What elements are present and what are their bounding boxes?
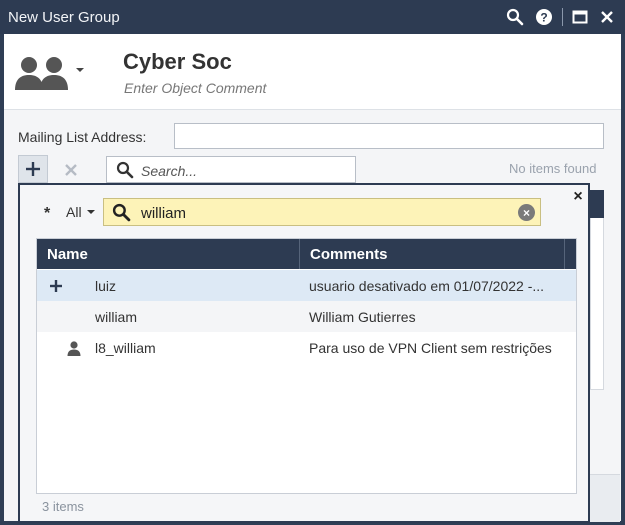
members-list-header-edge (590, 190, 604, 218)
mailing-list-input[interactable] (174, 123, 604, 149)
add-icon[interactable] (47, 277, 65, 295)
row-comment: William Gutierres (309, 309, 416, 325)
user-group-icon[interactable] (12, 48, 72, 96)
row-name: william (95, 309, 137, 325)
row-comment: usuario desativado em 01/07/2022 -... (309, 278, 545, 294)
results-table: Name Comments luiz usuario desativado em… (36, 238, 577, 494)
results-count: 3 items (42, 499, 84, 514)
dialog-footer-edge (590, 474, 620, 522)
chevron-down-icon[interactable] (87, 210, 95, 214)
window-title: New User Group (8, 9, 120, 26)
close-icon[interactable]: × (570, 188, 586, 205)
object-comment-field[interactable]: Enter Object Comment (124, 80, 266, 96)
picker-search-value: william (141, 205, 186, 222)
table-header: Name Comments (37, 239, 576, 269)
row-name: luiz (95, 278, 117, 294)
table-row[interactable]: l8_william Para uso de VPN Client sem re… (37, 332, 576, 363)
asterisk-icon: * (44, 205, 51, 222)
add-member-button[interactable] (18, 155, 48, 183)
search-icon (112, 203, 131, 227)
members-search-input[interactable]: Search... (106, 156, 356, 183)
title-bar: New User Group ? (0, 0, 625, 34)
column-divider[interactable] (564, 239, 565, 269)
column-header-comments[interactable]: Comments (310, 246, 388, 263)
chevron-down-icon[interactable] (76, 68, 84, 72)
no-items-label: No items found (509, 161, 597, 176)
svg-text:?: ? (540, 11, 547, 25)
table-row[interactable]: luiz usuario desativado em 01/07/2022 -.… (37, 270, 576, 301)
new-user-group-window: New User Group ? Cyber Soc Enter Object … (0, 0, 625, 525)
object-picker-popup: × * All william × Name Comments luiz usu… (18, 183, 590, 523)
row-name: l8_william (95, 340, 156, 356)
close-icon[interactable] (596, 6, 618, 28)
column-header-name[interactable]: Name (47, 246, 88, 263)
picker-search-input[interactable]: william × (103, 198, 541, 226)
object-name[interactable]: Cyber Soc (123, 49, 232, 75)
user-icon (65, 339, 83, 357)
column-divider[interactable] (299, 239, 300, 269)
help-icon[interactable]: ? (533, 6, 555, 28)
search-icon[interactable] (504, 6, 526, 28)
object-header: Cyber Soc Enter Object Comment (4, 34, 621, 110)
table-row[interactable]: william William Gutierres (37, 301, 576, 332)
titlebar-divider (562, 8, 563, 26)
mailing-list-label: Mailing List Address: (18, 129, 147, 145)
clear-search-icon[interactable]: × (518, 204, 535, 221)
filter-dropdown[interactable]: All (66, 204, 82, 220)
remove-member-button[interactable] (58, 157, 84, 183)
row-comment: Para uso de VPN Client sem restrições (309, 340, 552, 356)
search-placeholder: Search... (141, 163, 198, 179)
search-icon (116, 161, 134, 184)
maximize-icon[interactable] (569, 6, 591, 28)
members-list-edge (590, 190, 604, 390)
